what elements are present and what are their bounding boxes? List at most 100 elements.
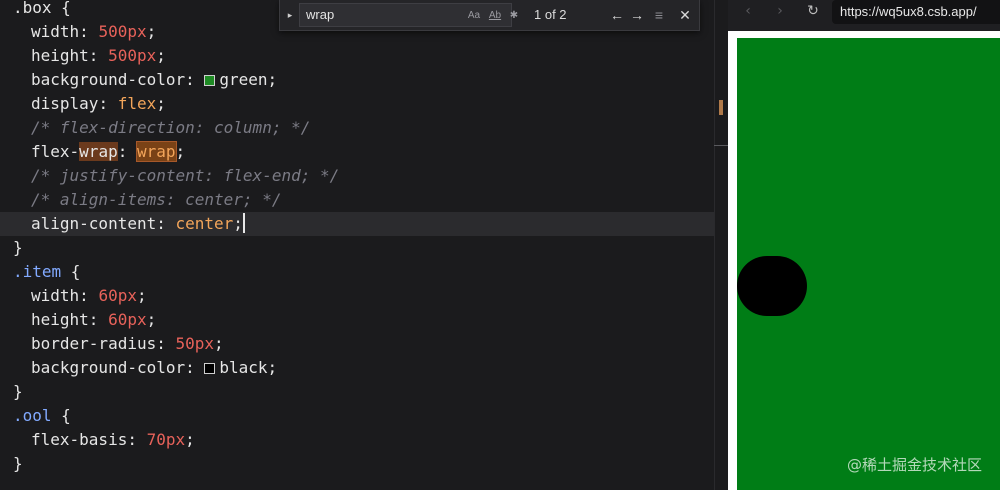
code-token: /* justify-content: flex-end; */ — [31, 166, 340, 185]
code-token: 70px — [146, 430, 186, 449]
code-token: : — [117, 142, 137, 161]
code-token: flex — [117, 94, 157, 113]
code-token: ; — [214, 334, 224, 353]
code-token: : — [98, 94, 118, 113]
code-line[interactable]: } — [0, 380, 714, 404]
code-token: ; — [156, 46, 166, 65]
code-line[interactable]: } — [0, 452, 714, 476]
preview-viewport: @稀土掘金技术社区 — [728, 31, 1000, 490]
code-token: : — [79, 22, 99, 41]
code-token: 500px — [98, 22, 147, 41]
code-token: height — [31, 310, 89, 329]
code-line[interactable]: } — [0, 236, 714, 260]
code-token: wrap — [79, 142, 118, 161]
find-widget: ▸ wrap Aa Ab ✱ 1 of 2 ← → ≡ ✕ — [279, 0, 700, 31]
code-token: ; — [233, 214, 243, 233]
code-token: center — [175, 214, 234, 233]
code-line[interactable]: flex-wrap: wrap; — [0, 140, 714, 164]
find-query-text: wrap — [306, 7, 335, 22]
code-token: ; — [146, 310, 157, 329]
code-token: : — [156, 334, 176, 353]
code-token: .item — [13, 262, 62, 281]
find-in-selection-icon[interactable]: ≡ — [650, 5, 668, 25]
code-token: /* flex-direction: column; */ — [31, 118, 311, 137]
code-token: ; — [185, 430, 195, 449]
code-token: black; — [219, 358, 278, 377]
code-token: } — [13, 454, 23, 473]
flex-box: @稀土掘金技术社区 — [737, 38, 1000, 490]
code-token: : — [88, 46, 109, 65]
toggle-replace-icon[interactable]: ▸ — [284, 7, 296, 23]
code-token: 50px — [175, 334, 215, 353]
text-cursor — [242, 213, 245, 233]
search-match-marker — [719, 100, 723, 115]
reload-icon[interactable]: ↻ — [803, 0, 823, 24]
scroll-position-marker — [714, 145, 728, 146]
code-token: width — [31, 22, 80, 41]
code-token: width — [31, 286, 80, 305]
forward-icon[interactable]: › — [770, 0, 790, 24]
back-icon[interactable]: ‹ — [738, 0, 758, 24]
match-case-icon[interactable]: Aa — [466, 8, 482, 24]
url-text: https://wq5ux8.csb.app/ — [840, 4, 977, 19]
find-match-count: 1 of 2 — [534, 7, 567, 22]
code-line[interactable]: background-color: black; — [0, 356, 714, 380]
code-token: display — [31, 94, 99, 113]
find-input[interactable]: wrap Aa Ab ✱ — [299, 3, 518, 27]
code-line[interactable]: background-color: green; — [0, 68, 714, 92]
code-line[interactable]: /* align-items: center; */ — [0, 188, 714, 212]
code-token: ; — [136, 286, 147, 305]
code-token: } — [13, 238, 23, 257]
code-line[interactable]: display: flex; — [0, 92, 714, 116]
code-editor[interactable]: .box {width: 500px; height: 500px; backgro… — [0, 0, 714, 490]
code-token: } — [13, 382, 23, 401]
code-token: .box — [13, 0, 52, 17]
next-match-icon[interactable]: → — [628, 5, 646, 25]
code-token: green; — [219, 70, 278, 89]
code-token: height — [31, 46, 89, 65]
code-token: : — [88, 310, 109, 329]
regex-icon[interactable]: ✱ — [508, 8, 520, 24]
code-line[interactable]: width: 60px; — [0, 284, 714, 308]
code-token: /* align-items: center; */ — [31, 190, 282, 209]
code-token: border-radius — [31, 334, 157, 353]
code-line[interactable]: /* flex-direction: column; */ — [0, 116, 714, 140]
code-line[interactable]: height: 500px; — [0, 44, 714, 68]
browser-preview: ‹ › ↻ https://wq5ux8.csb.app/ @稀土掘金技术社区 — [728, 0, 1000, 490]
code-token: ; — [156, 94, 166, 113]
code-token: : — [156, 214, 176, 233]
watermark-text: @稀土掘金技术社区 — [846, 456, 982, 474]
code-token: : — [185, 70, 205, 89]
code-token: : — [79, 286, 99, 305]
code-line[interactable]: /* justify-content: flex-end; */ — [0, 164, 714, 188]
code-token: 60px — [98, 286, 137, 305]
whole-word-icon[interactable]: Ab — [487, 8, 503, 24]
editor-scrollbar[interactable] — [714, 0, 728, 490]
color-swatch[interactable] — [204, 75, 216, 86]
code-line[interactable]: border-radius: 50px; — [0, 332, 714, 356]
code-token: { — [61, 262, 81, 281]
code-token: { — [51, 0, 71, 17]
browser-toolbar: ‹ › ↻ https://wq5ux8.csb.app/ — [728, 0, 1000, 24]
code-token: flex- — [31, 142, 80, 161]
close-find-icon[interactable]: ✕ — [676, 5, 694, 25]
code-token: .ool — [13, 406, 52, 425]
code-token: ; — [175, 142, 186, 161]
code-token: ; — [146, 22, 157, 41]
code-token: align-content — [31, 214, 157, 233]
code-token: : — [127, 430, 147, 449]
code-token: wrap — [135, 141, 177, 162]
url-bar[interactable]: https://wq5ux8.csb.app/ — [832, 0, 1000, 24]
code-token: flex-basis — [31, 430, 128, 449]
color-swatch[interactable] — [204, 363, 216, 374]
code-token: background-color — [31, 358, 186, 377]
code-line[interactable]: align-content: center; — [0, 212, 714, 236]
code-line[interactable]: flex-basis: 70px; — [0, 428, 714, 452]
code-line[interactable]: height: 60px; — [0, 308, 714, 332]
previous-match-icon[interactable]: ← — [608, 5, 626, 25]
code-token: background-color — [31, 70, 186, 89]
code-token: 60px — [108, 310, 147, 329]
code-line[interactable]: .item { — [0, 260, 714, 284]
code-line[interactable]: .ool { — [0, 404, 714, 428]
flex-item — [737, 256, 807, 316]
